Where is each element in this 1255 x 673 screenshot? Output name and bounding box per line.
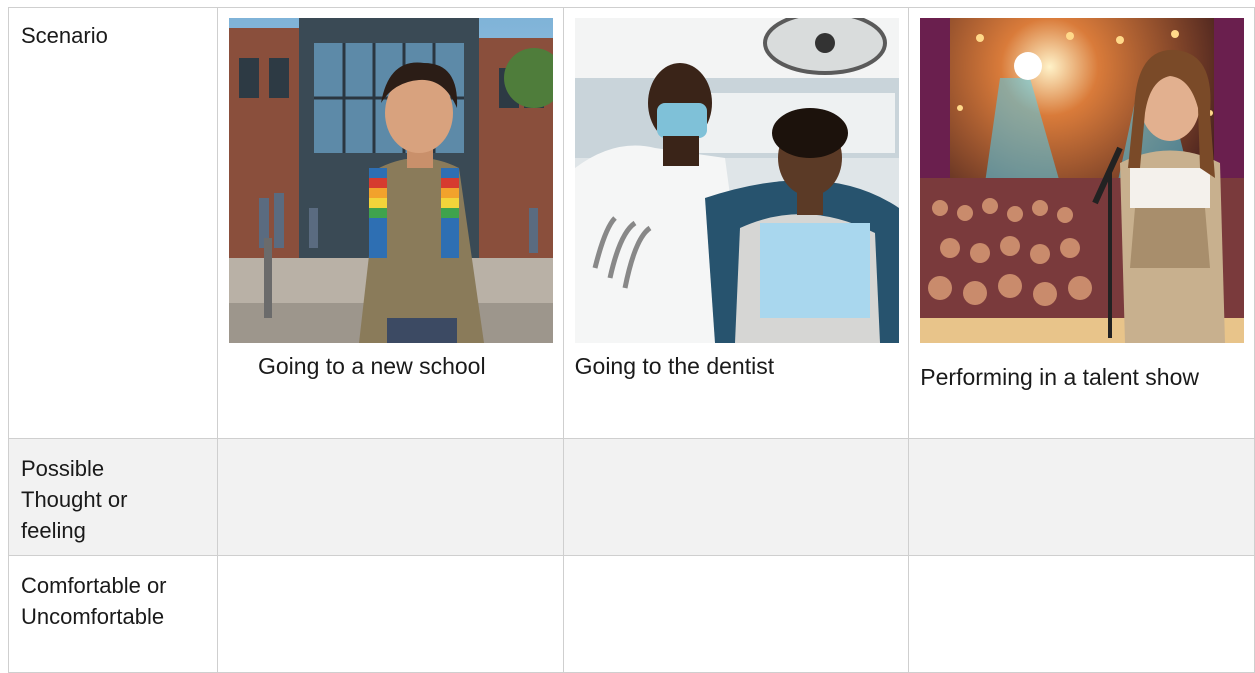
thought-row: Possible Thought or feeling <box>8 438 1255 556</box>
scenario-label: Scenario <box>21 23 108 48</box>
scenario-caption-2: Going to the dentist <box>574 353 775 379</box>
scenario-worksheet-table: Scenario Going to a new school Going to … <box>8 7 1255 673</box>
thought-answer-2[interactable] <box>562 438 910 556</box>
talent-show-photo <box>920 18 1245 343</box>
dentist-photo <box>574 18 899 343</box>
comfort-answer-3[interactable] <box>908 555 1255 673</box>
comfort-label-cell: Comfortable or Uncomfortable <box>8 555 218 673</box>
comfort-label: Comfortable or Uncomfortable <box>21 573 167 629</box>
comfort-answer-2[interactable] <box>562 555 910 673</box>
thought-label-cell: Possible Thought or feeling <box>8 438 218 556</box>
scenario-cell-3: Performing in a talent show <box>908 7 1255 439</box>
thought-answer-1[interactable] <box>216 438 564 556</box>
scenario-row: Scenario Going to a new school Going to … <box>8 7 1255 439</box>
thought-label: Possible Thought or feeling <box>21 456 128 543</box>
comfort-answer-1[interactable] <box>216 555 564 673</box>
scenario-cell-1: Going to a new school <box>216 7 564 439</box>
scenario-caption-3: Performing in a talent show <box>920 364 1199 390</box>
scenario-label-cell: Scenario <box>8 7 218 439</box>
new-school-photo <box>228 18 553 343</box>
scenario-cell-2: Going to the dentist <box>562 7 910 439</box>
comfort-row: Comfortable or Uncomfortable <box>8 555 1255 673</box>
thought-answer-3[interactable] <box>908 438 1255 556</box>
scenario-caption-1: Going to a new school <box>257 353 486 379</box>
